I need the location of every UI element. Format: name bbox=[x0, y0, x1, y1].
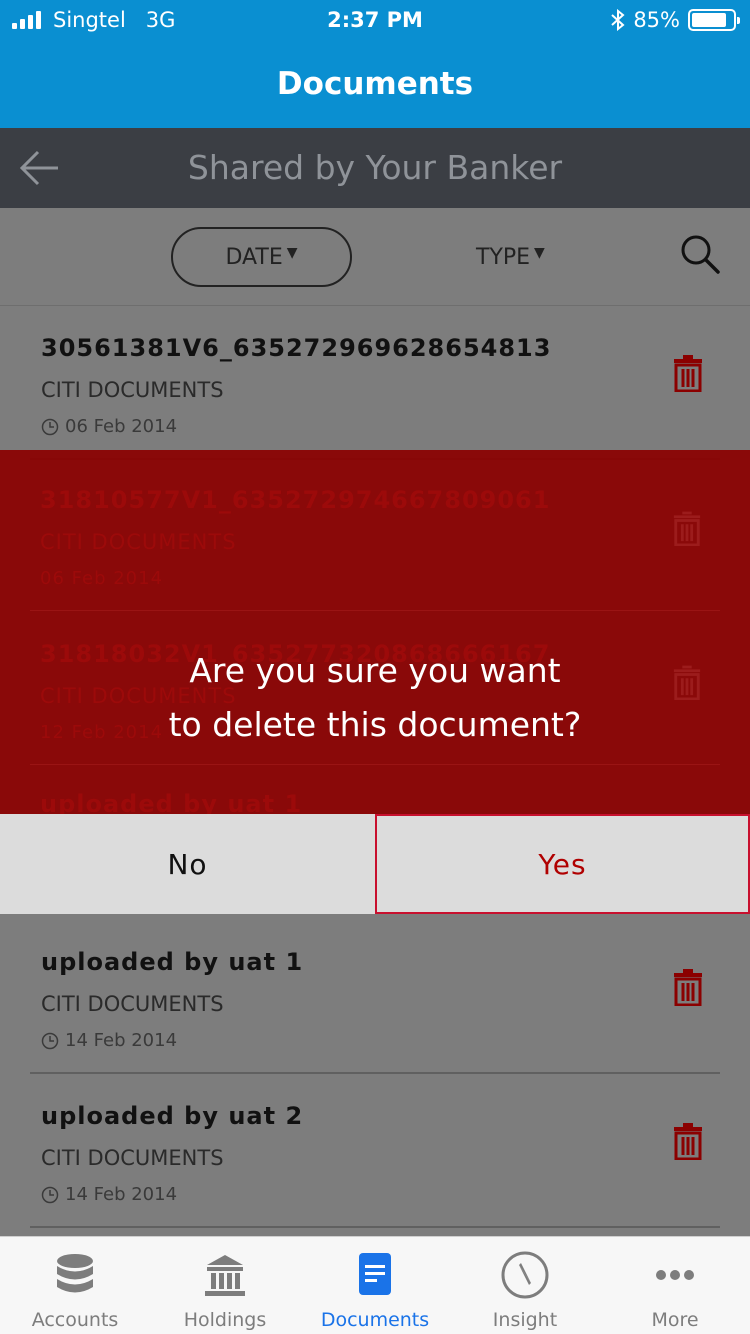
battery-fill bbox=[692, 13, 726, 27]
type-filter-button[interactable]: TYPE ▼ bbox=[476, 227, 545, 287]
document-name: uploaded by uat 1 bbox=[40, 790, 303, 814]
date-sort-label: DATE bbox=[225, 244, 283, 270]
tab-label: Accounts bbox=[31, 1309, 119, 1331]
sub-header: Shared by Your Banker bbox=[0, 128, 750, 208]
tab-documents[interactable]: Documents bbox=[300, 1237, 450, 1334]
filter-bar: DATE ▼ TYPE ▼ bbox=[0, 208, 750, 306]
tab-bar: Accounts Holdings Documents Insight More bbox=[0, 1236, 750, 1334]
document-date-text: 06 Feb 2014 bbox=[40, 568, 164, 589]
page-title: Documents bbox=[276, 66, 474, 102]
document-name: uploaded by uat 2 bbox=[41, 1102, 304, 1130]
trash-icon bbox=[673, 511, 701, 546]
more-dots-icon bbox=[656, 1270, 694, 1280]
document-date: 14 Feb 2014 bbox=[41, 1184, 177, 1205]
document-name: 31810577V1_635272974667809061 bbox=[40, 486, 551, 514]
search-icon[interactable] bbox=[680, 234, 722, 276]
status-right: 85% bbox=[611, 8, 740, 32]
bank-building-icon bbox=[205, 1255, 245, 1296]
document-date-text: 14 Feb 2014 bbox=[65, 1030, 178, 1051]
status-bar: Singtel 3G 2:37 PM 85% bbox=[0, 0, 750, 40]
document-item[interactable]: 30561381V6_635272969628654813 CITI DOCUM… bbox=[30, 306, 720, 460]
bluetooth-icon bbox=[611, 9, 625, 31]
yes-button[interactable]: Yes bbox=[375, 814, 750, 914]
dialog-actions: No Yes bbox=[0, 814, 750, 914]
divider bbox=[30, 610, 720, 611]
no-button[interactable]: No bbox=[0, 814, 375, 914]
caret-down-icon: ▼ bbox=[534, 245, 545, 261]
tab-label: Holdings bbox=[183, 1309, 267, 1331]
dialog-body: 31810577V1_635272974667809061 CITI DOCUM… bbox=[0, 450, 750, 814]
clock-icon bbox=[41, 1186, 59, 1203]
tab-insight[interactable]: Insight bbox=[450, 1237, 600, 1334]
document-item[interactable]: uploaded by uat 1 CITI DOCUMENTS 14 Feb … bbox=[30, 920, 720, 1074]
trash-icon[interactable] bbox=[672, 1122, 704, 1160]
document-name: uploaded by uat 1 bbox=[41, 948, 304, 976]
dialog-message: Are you sure you want to delete this doc… bbox=[0, 644, 750, 752]
document-date: 06 Feb 2014 bbox=[41, 416, 177, 437]
tab-more[interactable]: More bbox=[600, 1237, 750, 1334]
database-icon bbox=[57, 1254, 93, 1293]
document-item[interactable]: uploaded by uat 2 CITI DOCUMENTS 14 Feb … bbox=[30, 1074, 720, 1228]
type-filter-label: TYPE bbox=[476, 244, 531, 270]
clock-icon bbox=[41, 418, 59, 435]
caret-down-icon: ▼ bbox=[286, 245, 298, 261]
divider bbox=[30, 764, 720, 765]
document-date-text: 14 Feb 2014 bbox=[65, 1184, 178, 1205]
tab-label: Documents bbox=[320, 1309, 430, 1331]
tab-label: More bbox=[651, 1309, 699, 1331]
delete-confirm-dialog: 31810577V1_635272974667809061 CITI DOCUM… bbox=[0, 450, 750, 914]
document-category: CITI DOCUMENTS bbox=[41, 1146, 224, 1170]
dialog-message-line: to delete this document? bbox=[168, 705, 582, 744]
trash-icon[interactable] bbox=[672, 968, 704, 1006]
document-category: CITI DOCUMENTS bbox=[41, 378, 224, 402]
date-sort-button[interactable]: DATE ▼ bbox=[171, 227, 352, 287]
tab-label: Insight bbox=[492, 1309, 558, 1331]
section-title: Shared by Your Banker bbox=[187, 148, 563, 187]
battery-percent: 85% bbox=[633, 8, 680, 32]
battery-icon bbox=[688, 9, 740, 31]
tab-holdings[interactable]: Holdings bbox=[150, 1237, 300, 1334]
trash-icon[interactable] bbox=[672, 354, 704, 392]
dialog-message-line: Are you sure you want bbox=[189, 651, 561, 690]
clock-icon bbox=[41, 1032, 59, 1049]
tab-accounts[interactable]: Accounts bbox=[0, 1237, 150, 1334]
document-date-text: 06 Feb 2014 bbox=[65, 416, 178, 437]
compass-icon bbox=[501, 1251, 549, 1299]
document-name: 30561381V6_635272969628654813 bbox=[41, 334, 552, 362]
document-date: 14 Feb 2014 bbox=[41, 1030, 177, 1051]
document-category: CITI DOCUMENTS bbox=[40, 530, 237, 554]
document-icon bbox=[359, 1253, 391, 1295]
app-header: Documents bbox=[0, 40, 750, 128]
document-category: CITI DOCUMENTS bbox=[41, 992, 224, 1016]
